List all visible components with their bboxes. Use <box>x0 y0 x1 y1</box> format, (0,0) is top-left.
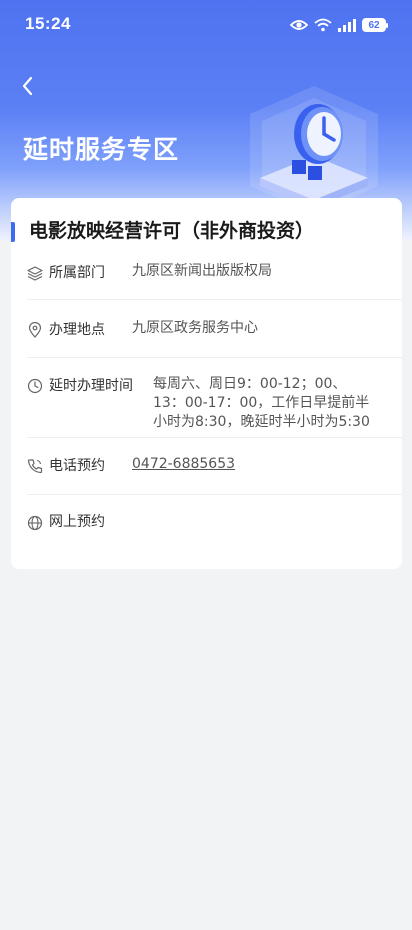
card-title: 电影放映经营许可（非外商投资） <box>29 220 315 242</box>
battery-icon: 62 <box>362 18 388 32</box>
status-icons: 62 <box>290 15 388 35</box>
phone-number-link[interactable]: 0472-6885653 <box>132 455 235 474</box>
layers-icon <box>27 266 43 281</box>
department-label: 所属部门 <box>49 265 105 281</box>
row-online-booking[interactable]: 网上预约 <box>27 495 402 555</box>
globe-icon <box>27 515 43 531</box>
online-booking-label: 网上预约 <box>49 514 105 530</box>
hours-line: 小时为8:30，晚延时半小时为5:30 <box>153 414 370 430</box>
department-value: 九原区新闻出版版权局 <box>132 263 272 279</box>
title-accent-bar <box>11 222 15 242</box>
hours-line: 13：00-17：00，工作日早提前半 <box>153 395 370 411</box>
wifi-icon <box>314 18 332 32</box>
clock-icon <box>27 378 43 394</box>
location-pin-icon <box>28 322 42 338</box>
page-title: 延时服务专区 <box>23 135 180 164</box>
status-bar: 15:24 62 <box>0 0 412 50</box>
service-card: 电影放映经营许可（非外商投资） 所属部门 九原区新闻出版版权局 办理地点 九原区… <box>11 198 402 569</box>
row-department: 所属部门 九原区新闻出版版权局 <box>27 252 402 300</box>
row-extended-hours: 延时办理时间 每周六、周日9：00-12；00、 13：00-17：00，工作日… <box>27 358 402 438</box>
hours-line: 每周六、周日9：00-12；00、 <box>153 376 347 392</box>
phone-icon <box>27 459 43 474</box>
signal-icon <box>338 18 356 32</box>
eye-icon <box>290 20 308 30</box>
hours-value: 每周六、周日9：00-12；00、 13：00-17：00，工作日早提前半 小时… <box>153 375 398 432</box>
row-phone: 电话预约 0472-6885653 <box>27 438 402 495</box>
back-arrow-icon[interactable] <box>16 74 40 98</box>
clock-illustration-icon <box>250 86 378 214</box>
hours-label: 延时办理时间 <box>49 378 133 394</box>
row-location: 办理地点 九原区政务服务中心 <box>27 300 402 358</box>
location-label: 办理地点 <box>49 322 105 338</box>
location-value: 九原区政务服务中心 <box>132 320 258 336</box>
status-time: 15:24 <box>25 14 71 33</box>
phone-label: 电话预约 <box>49 458 105 474</box>
